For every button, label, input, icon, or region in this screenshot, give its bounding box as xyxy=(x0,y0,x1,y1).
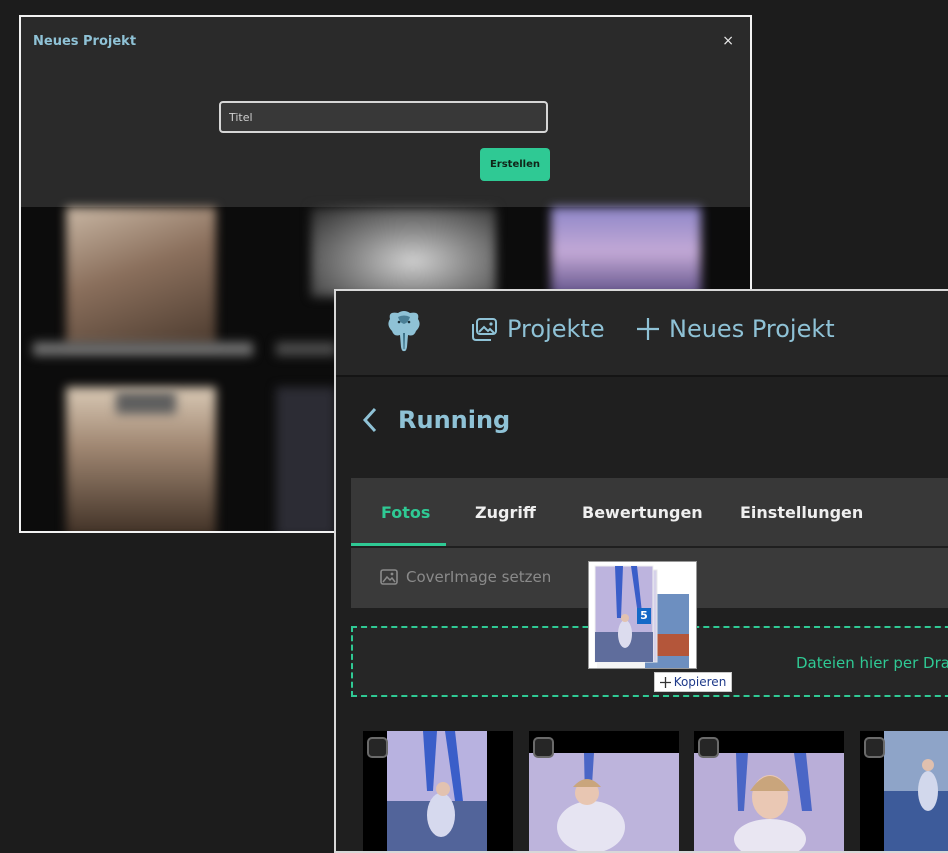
drag-count-badge: 5 xyxy=(637,608,651,624)
dropzone-text: Dateien hier per Drag xyxy=(796,654,948,672)
checkbox-icon[interactable] xyxy=(367,737,388,758)
image-gallery-icon xyxy=(472,317,497,341)
tab-fotos[interactable]: Fotos xyxy=(381,503,430,522)
create-button[interactable]: Erstellen xyxy=(480,148,550,181)
page-title: Running xyxy=(398,406,511,434)
modal-header: Neues Projekt × Erstellen xyxy=(21,17,750,207)
blurred-caption xyxy=(33,342,253,356)
drag-preview: 5 xyxy=(588,561,697,669)
nav-projects-label: Projekte xyxy=(507,315,605,343)
nav-new-project-label: Neues Projekt xyxy=(669,315,835,343)
plus-icon xyxy=(637,318,659,340)
close-icon[interactable]: × xyxy=(722,33,734,49)
plus-icon xyxy=(659,676,671,688)
image-icon xyxy=(380,569,398,585)
page-title-row: Running xyxy=(362,406,510,434)
blurred-photo xyxy=(66,207,216,347)
copy-tooltip: Kopieren xyxy=(654,672,732,692)
set-cover-image-label: CoverImage setzen xyxy=(406,568,552,586)
blurred-photo xyxy=(551,207,701,297)
checkbox-icon[interactable] xyxy=(864,737,885,758)
project-tabs: Fotos Zugriff Bewertungen Einstellungen xyxy=(351,478,948,546)
modal-title: Neues Projekt xyxy=(33,34,137,49)
elephant-logo-icon[interactable] xyxy=(384,309,424,353)
blurred-tag xyxy=(116,392,176,414)
tab-zugriff[interactable]: Zugriff xyxy=(475,503,536,522)
checkbox-icon[interactable] xyxy=(533,737,554,758)
checkbox-icon[interactable] xyxy=(698,737,719,758)
copy-tooltip-label: Kopieren xyxy=(673,675,727,689)
photo-thumbnail[interactable] xyxy=(363,731,513,851)
top-navigation-bar: Projekte Neues Projekt xyxy=(336,291,948,377)
back-chevron-icon[interactable] xyxy=(362,407,378,433)
blurred-caption xyxy=(276,342,336,356)
blurred-photo xyxy=(276,387,336,531)
photo-thumbnail[interactable] xyxy=(529,731,679,851)
tab-einstellungen[interactable]: Einstellungen xyxy=(740,503,863,522)
blurred-photo xyxy=(311,207,496,297)
nav-projects[interactable]: Projekte xyxy=(471,315,605,343)
title-input[interactable] xyxy=(219,101,548,133)
photo-thumbnail[interactable] xyxy=(860,731,948,851)
tab-bewertungen[interactable]: Bewertungen xyxy=(582,503,703,522)
nav-new-project[interactable]: Neues Projekt xyxy=(636,315,835,343)
photo-thumbnail[interactable] xyxy=(694,731,844,851)
set-cover-image-button[interactable]: CoverImage setzen xyxy=(380,568,551,586)
active-tab-indicator xyxy=(351,543,446,546)
